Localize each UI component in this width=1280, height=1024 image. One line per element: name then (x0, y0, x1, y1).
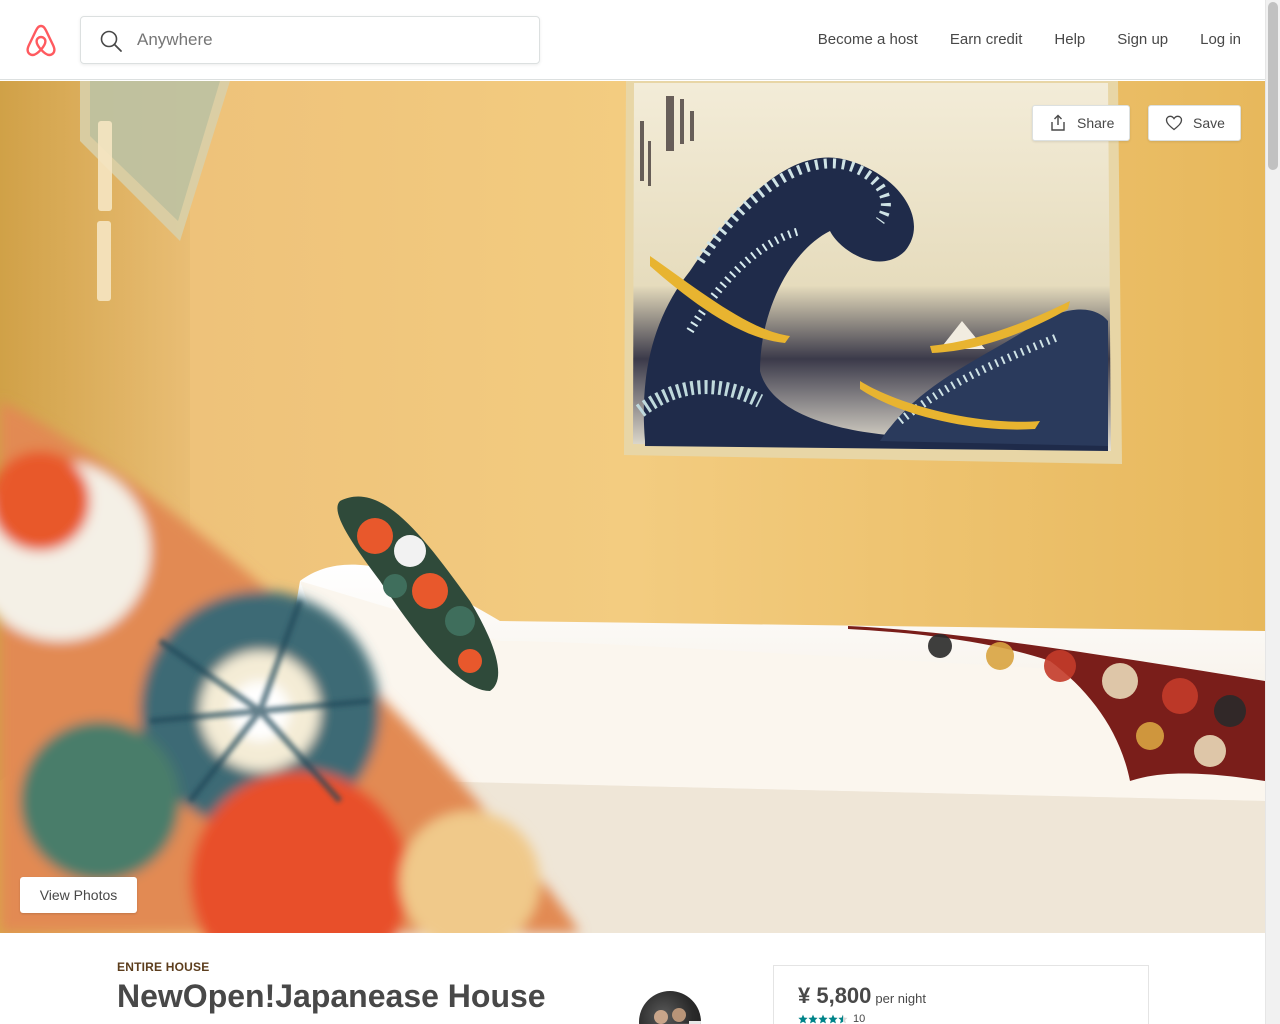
share-icon (1051, 114, 1065, 131)
star-icon (808, 1014, 818, 1024)
save-button[interactable]: Save (1148, 105, 1241, 141)
star-icon (828, 1014, 838, 1024)
airbnb-logo-icon[interactable] (24, 22, 58, 58)
header-nav: Become a host Earn credit Help Sign up L… (802, 0, 1241, 80)
star-icon (818, 1014, 828, 1024)
heart-icon (1165, 115, 1183, 131)
share-button[interactable]: Share (1032, 105, 1130, 141)
price-unit: per night (875, 991, 926, 1006)
star-icon (798, 1014, 808, 1024)
star-rating (798, 1014, 848, 1024)
view-photos-button[interactable]: View Photos (20, 877, 137, 913)
star-icon (838, 1014, 848, 1024)
share-label: Share (1077, 115, 1115, 131)
search-box[interactable] (80, 16, 540, 64)
nav-become-a-host[interactable]: Become a host (802, 0, 934, 80)
nav-log-in[interactable]: Log in (1184, 0, 1241, 80)
price-value: ¥ 5,800 (798, 983, 872, 1008)
hero-photo[interactable]: Share Save View Photos (0, 81, 1265, 933)
nav-help[interactable]: Help (1038, 0, 1101, 80)
scrollbar-thumb[interactable] (1268, 2, 1278, 170)
save-label: Save (1193, 115, 1225, 131)
host-avatar[interactable] (639, 991, 701, 1024)
listing-photo-bedroom (0, 81, 1265, 933)
top-navigation-bar: Become a host Earn credit Help Sign up L… (0, 0, 1265, 80)
page-scrollbar[interactable] (1265, 0, 1280, 1024)
review-count: 10 (853, 1013, 866, 1024)
search-icon (100, 30, 122, 52)
booking-card: ¥ 5,800 per night 10 (773, 965, 1149, 1024)
rating-row[interactable]: 10 (798, 1013, 865, 1024)
price-row: ¥ 5,800 per night (798, 983, 926, 1009)
nav-sign-up[interactable]: Sign up (1101, 0, 1184, 80)
search-input[interactable] (137, 25, 517, 55)
listing-type-label: ENTIRE HOUSE (117, 960, 210, 974)
nav-earn-credit[interactable]: Earn credit (934, 0, 1039, 80)
host-photo (654, 1008, 701, 1024)
listing-title: NewOpen!Japanease House (117, 978, 546, 1014)
